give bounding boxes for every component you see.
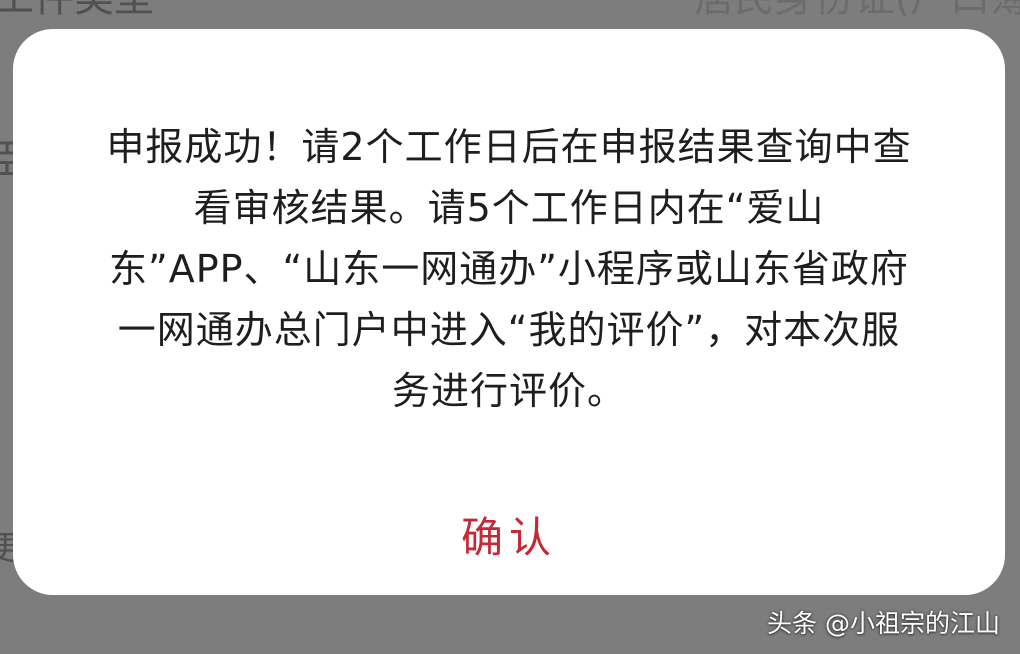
background-text-fragment: I (0, 362, 2, 396)
background-field-label: 工件类型 (0, 0, 154, 18)
success-dialog: 申报成功！请2个工作日后在申报结果查询中查看审核结果。请5个工作日内在“爱山东”… (13, 29, 1005, 595)
dialog-message: 申报成功！请2个工作日后在申报结果查询中查看审核结果。请5个工作日内在“爱山东”… (106, 125, 912, 413)
confirm-button[interactable]: 确认 (409, 497, 609, 571)
watermark: 头条 @小祖宗的江山 (767, 609, 1000, 638)
background-field-value: 居民身份证(户口簿 (694, 0, 1020, 18)
